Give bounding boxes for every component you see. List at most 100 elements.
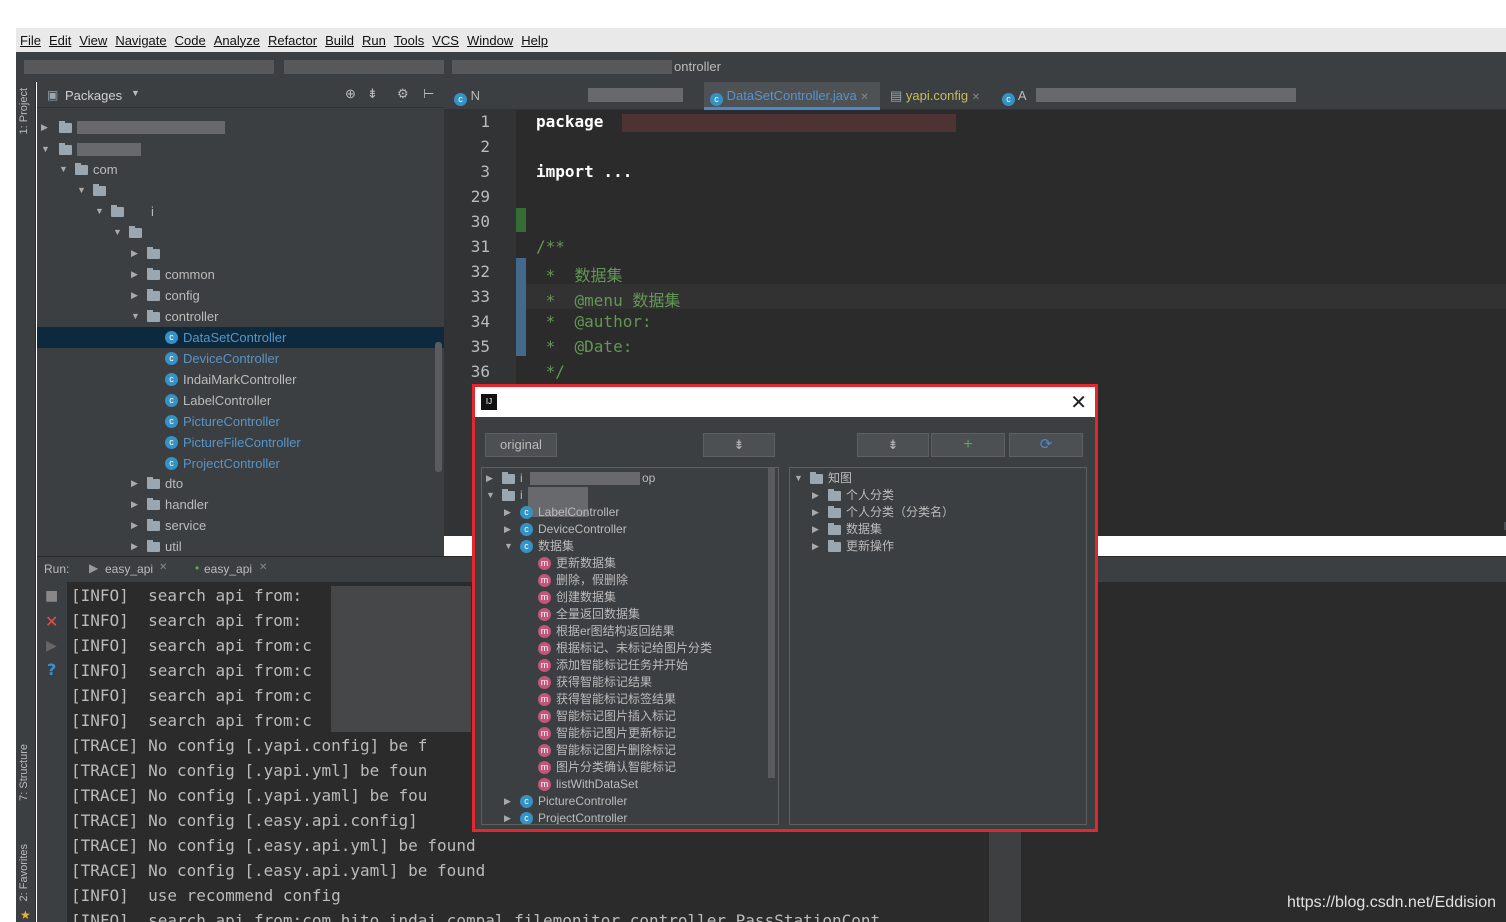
menu-view[interactable]: View xyxy=(79,33,107,48)
expand-icon[interactable]: ▶ xyxy=(131,243,138,264)
collapse-arrow-icon[interactable]: ▼ xyxy=(486,487,495,504)
source-api-tree[interactable]: ▶ i op ▼ i ▶ c LabelController ▶ c Devic… xyxy=(481,467,779,825)
tree-row-method[interactable]: m 智能标记图片插入标记 xyxy=(482,708,772,725)
tab-file-a[interactable]: c A xyxy=(996,82,1306,110)
tree-row-category[interactable]: ▶ 个人分类 xyxy=(790,487,1080,504)
collapse-icon[interactable]: ⇟ xyxy=(367,86,378,102)
tree-row-root[interactable]: ▼ 知图 xyxy=(790,470,1080,487)
expand-icon[interactable]: ▶ xyxy=(41,117,48,138)
tab-file-n[interactable]: c N xyxy=(448,82,698,110)
tree-row-root[interactable]: ▶ i op xyxy=(482,470,772,487)
tree-row-devicecontroller[interactable]: c DeviceController xyxy=(37,348,444,369)
original-button[interactable]: original xyxy=(485,433,557,457)
menu-analyze[interactable]: Analyze xyxy=(214,33,260,48)
gear-icon[interactable]: ⚙ xyxy=(397,86,409,102)
tree-row-com[interactable]: ▼ com xyxy=(37,159,444,180)
tree-row-devicecontroller[interactable]: ▶ c DeviceController xyxy=(482,521,772,538)
tree-row-labelcontroller[interactable]: ▶ c LabelController xyxy=(482,504,772,521)
tree-row-i[interactable]: ▼ i xyxy=(37,201,444,222)
collapse-arrow-icon[interactable]: ▼ xyxy=(41,139,50,160)
tree-row-handler[interactable]: ▶ handler xyxy=(37,494,444,515)
run-tab-easy-api[interactable]: easy_api xyxy=(105,562,153,576)
add-button[interactable]: + xyxy=(931,433,1005,457)
tree-row-labelcontroller[interactable]: c LabelController xyxy=(37,390,444,411)
menu-edit[interactable]: Edit xyxy=(49,33,71,48)
tree-row-method[interactable]: m 添加智能标记任务并开始 xyxy=(482,657,772,674)
tab-yapi-config[interactable]: ▤ yapi.config ✕ xyxy=(884,82,992,110)
expand-icon[interactable]: ▶ xyxy=(504,810,511,824)
tree-row-method[interactable]: m 创建数据集 xyxy=(482,589,772,606)
menu-navigate[interactable]: Navigate xyxy=(115,33,166,48)
tree-row-method[interactable]: m listWithDataSet xyxy=(482,776,772,793)
collapse-left-button[interactable]: ⇟ xyxy=(703,433,775,457)
menu-file[interactable]: File xyxy=(20,33,41,48)
collapse-right-button[interactable]: ⇟ xyxy=(857,433,929,457)
hide-icon[interactable]: ⊢ xyxy=(423,86,434,102)
tree-row-redacted[interactable]: ▶ xyxy=(37,243,444,264)
help-icon[interactable]: ? xyxy=(47,660,56,679)
menu-run[interactable]: Run xyxy=(362,33,386,48)
collapse-arrow-icon[interactable]: ▼ xyxy=(794,470,803,487)
collapse-arrow-icon[interactable]: ▼ xyxy=(59,159,68,180)
close-icon[interactable]: ✕ xyxy=(159,562,167,573)
menu-build[interactable]: Build xyxy=(325,33,354,48)
tree-row-redacted[interactable]: ▼ xyxy=(37,180,444,201)
packages-dropdown[interactable]: Packages xyxy=(65,88,122,103)
menu-tools[interactable]: Tools xyxy=(394,33,424,48)
tree-row-method[interactable]: m 智能标记图片删除标记 xyxy=(482,742,772,759)
tree-row-projectcontroller[interactable]: ▶ c ProjectController xyxy=(482,810,772,824)
expand-icon[interactable]: ▶ xyxy=(812,487,819,504)
breadcrumb-controller[interactable]: ontroller xyxy=(674,59,721,74)
tree-row-method[interactable]: m 智能标记图片更新标记 xyxy=(482,725,772,742)
expand-icon[interactable]: ▶ xyxy=(812,504,819,521)
menu-vcs[interactable]: VCS xyxy=(432,33,459,48)
tree-row-method[interactable]: m 根据标记、未标记给图片分类 xyxy=(482,640,772,657)
tree-row-method[interactable]: m 根据er图结构返回结果 xyxy=(482,623,772,640)
tree-row-method[interactable]: m 全量返回数据集 xyxy=(482,606,772,623)
stop-icon[interactable]: ■ xyxy=(45,588,58,604)
tree-row-service[interactable]: ▶ service xyxy=(37,515,444,536)
expand-icon[interactable]: ▶ xyxy=(504,521,511,538)
tree-row-util[interactable]: ▶ util xyxy=(37,536,444,556)
tree-row-category[interactable]: ▶ 数据集 xyxy=(790,521,1080,538)
close-icon[interactable]: ✕ xyxy=(259,562,267,573)
tree-row-root[interactable]: ▼ i xyxy=(482,487,772,517)
tree-row-redacted[interactable]: ▶ xyxy=(37,117,444,138)
tree-row-config[interactable]: ▶ config xyxy=(37,285,444,306)
collapse-arrow-icon[interactable]: ▼ xyxy=(113,222,122,243)
target-icon[interactable]: ⊕ xyxy=(345,86,356,102)
tab-datasetcontroller[interactable]: c DataSetController.java ✕ xyxy=(704,82,880,110)
tree-row-projectcontroller[interactable]: c ProjectController xyxy=(37,453,444,474)
tab-structure[interactable]: 7: Structure xyxy=(18,744,30,801)
rerun-icon[interactable]: ▶ xyxy=(46,638,57,654)
tree-row-method[interactable]: m 更新数据集 xyxy=(482,555,772,572)
expand-icon[interactable]: ▶ xyxy=(131,536,138,556)
tree-row-common[interactable]: ▶ common xyxy=(37,264,444,285)
tree-row-dataset[interactable]: ▼ c 数据集 xyxy=(482,538,772,555)
close-icon[interactable]: ✕ xyxy=(860,92,868,103)
console-scrollbar[interactable] xyxy=(989,832,1021,922)
menu-window[interactable]: Window xyxy=(467,33,513,48)
tree-row-picturefilecontroller[interactable]: c PictureFileController xyxy=(37,432,444,453)
tree-row-indaimarkcontroller[interactable]: c IndaiMarkController xyxy=(37,369,444,390)
tree-row-picturecontroller[interactable]: ▶ c PictureController xyxy=(482,793,772,810)
expand-icon[interactable]: ▶ xyxy=(504,504,511,521)
expand-icon[interactable]: ▶ xyxy=(486,470,493,487)
close-icon[interactable]: ✕ xyxy=(1070,390,1087,414)
collapse-arrow-icon[interactable]: ▼ xyxy=(504,538,513,555)
expand-icon[interactable]: ▶ xyxy=(131,473,138,494)
menu-refactor[interactable]: Refactor xyxy=(268,33,317,48)
expand-icon[interactable]: ▶ xyxy=(812,538,819,555)
tree-row-datasetcontroller[interactable]: c DataSetController xyxy=(37,327,444,348)
menu-help[interactable]: Help xyxy=(521,33,548,48)
expand-icon[interactable]: ▶ xyxy=(812,521,819,538)
tree-row-method[interactable]: m 删除，假删除 xyxy=(482,572,772,589)
project-scrollbar[interactable] xyxy=(435,342,442,472)
run-tab-easy-api[interactable]: easy_api xyxy=(204,562,252,576)
chevron-down-icon[interactable]: ▼ xyxy=(131,88,140,98)
menu-code[interactable]: Code xyxy=(175,33,206,48)
target-api-tree[interactable]: ▼ 知图 ▶ 个人分类 ▶ 个人分类（分类名） ▶ 数据集 ▶ 更新操作 xyxy=(789,467,1087,825)
sync-button[interactable]: ⟳ xyxy=(1009,433,1083,457)
tree-row-dto[interactable]: ▶ dto xyxy=(37,473,444,494)
collapse-arrow-icon[interactable]: ▼ xyxy=(95,201,104,222)
